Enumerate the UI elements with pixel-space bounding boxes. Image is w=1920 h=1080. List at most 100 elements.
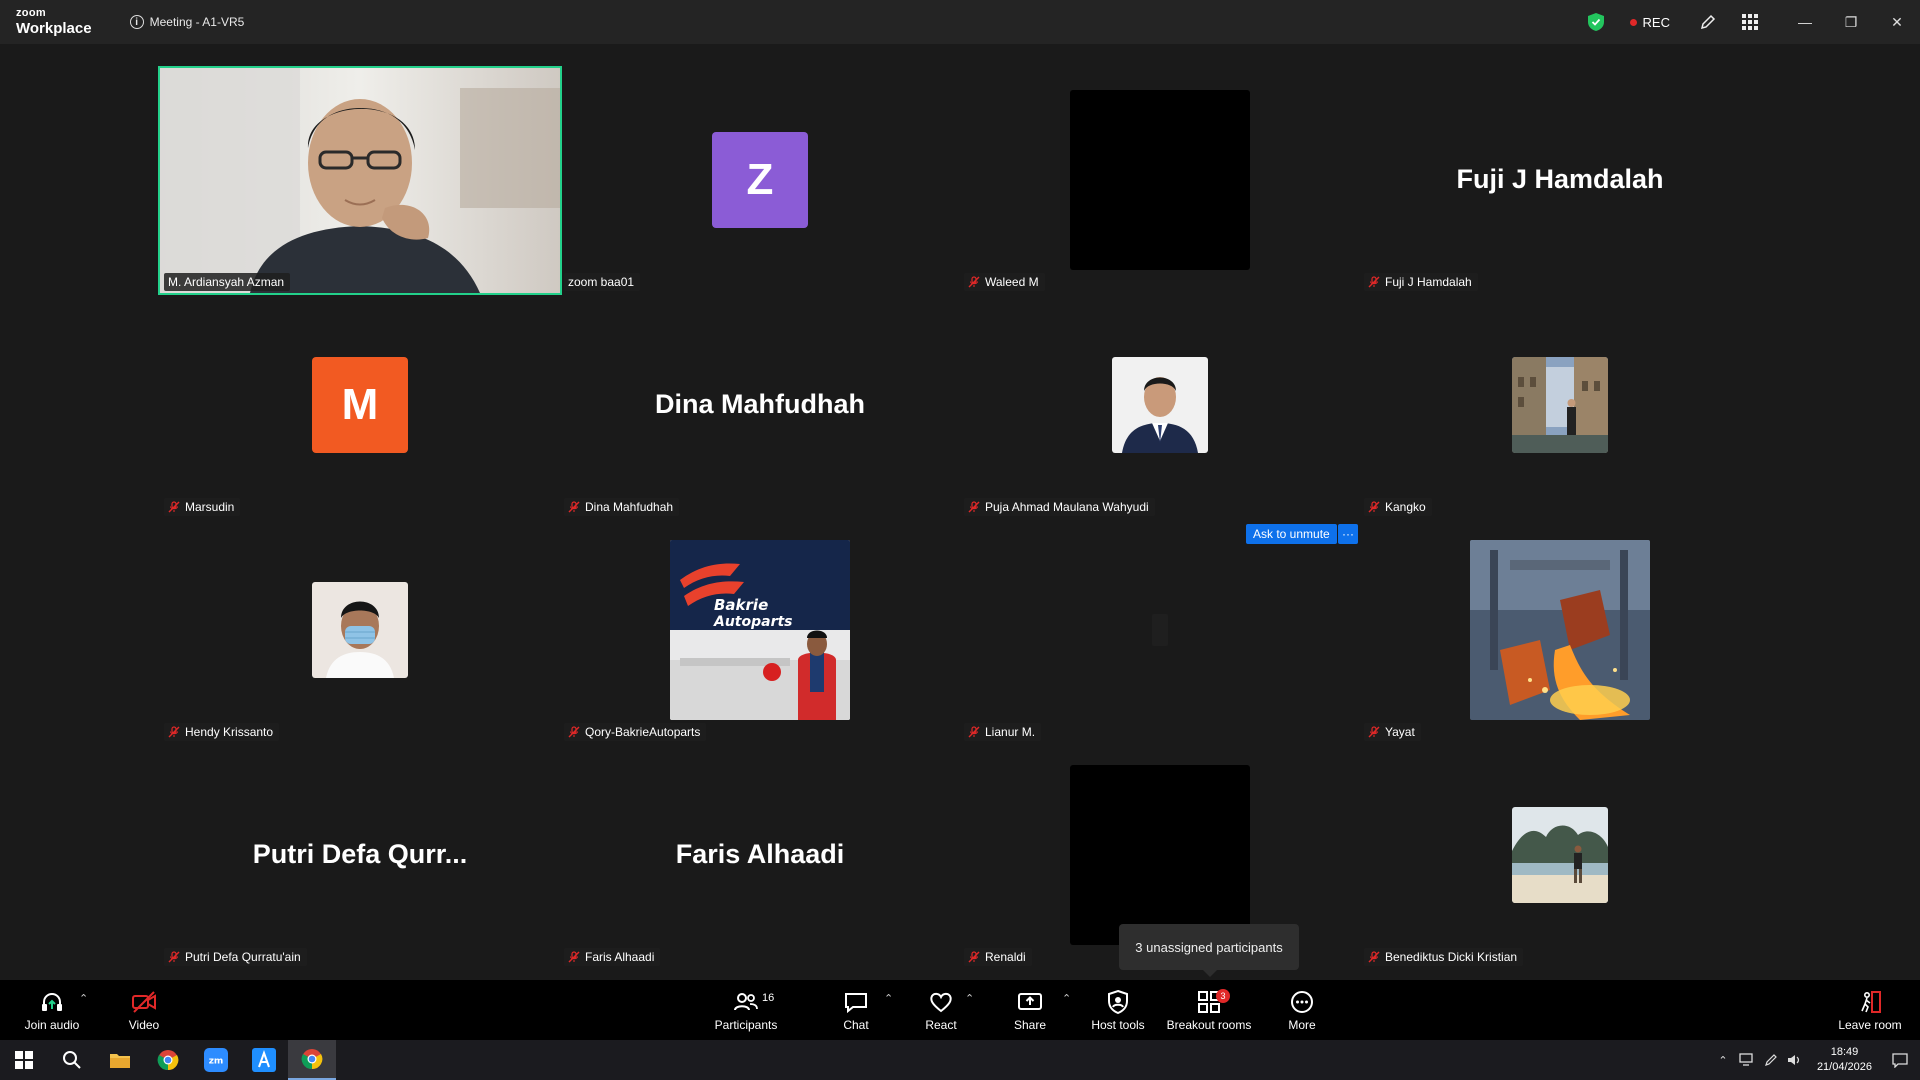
participant-tile[interactable]: Benediktus Dicki Kristian (1360, 743, 1760, 968)
participant-avatar: M (312, 357, 408, 453)
participant-tile[interactable]: Faris Alhaadi Faris Alhaadi (560, 743, 960, 968)
participant-tile[interactable]: M. Ardiansyah Azman (158, 66, 562, 295)
leave-room-label: Leave room (1838, 1017, 1902, 1032)
tile-more-options-button[interactable]: ··· (1338, 524, 1358, 544)
video-label: Video (128, 1017, 160, 1032)
participant-avatar: Bakrie Autoparts (670, 540, 850, 720)
leave-room-button[interactable]: Leave room (1836, 980, 1904, 1040)
participant-name-tag: Puja Ahmad Maulana Wahyudi (964, 498, 1155, 516)
chrome-active-icon[interactable] (288, 1040, 336, 1080)
chat-button[interactable]: Chat (838, 980, 874, 1040)
mic-muted-icon (168, 951, 185, 963)
svg-text:zm: zm (209, 1057, 224, 1067)
react-label: React (925, 1017, 957, 1032)
participant-tile[interactable]: Hendy Krissanto (160, 518, 560, 743)
share-button[interactable]: Share (1010, 980, 1050, 1040)
clock-date: 21/04/2026 (1816, 1061, 1872, 1073)
participant-tile[interactable]: M Marsudin (160, 293, 560, 518)
host-tools-button[interactable]: Host tools (1090, 980, 1146, 1040)
tray-expand-chevron-icon[interactable]: ⌃ (1711, 1040, 1735, 1080)
share-options-chevron-icon[interactable]: ⌃ (1062, 992, 1071, 1005)
participant-video-off (1070, 90, 1250, 270)
headphones-icon (42, 992, 62, 1011)
participant-tile[interactable]: Kangko (1360, 293, 1760, 518)
video-button[interactable]: Video (120, 980, 168, 1040)
audio-options-chevron-icon[interactable]: ⌃ (79, 992, 88, 1005)
participant-name-tag: M. Ardiansyah Azman (164, 273, 291, 291)
app-store-icon[interactable] (240, 1040, 288, 1080)
chat-bubble-icon (845, 992, 867, 1013)
breakout-rooms-button[interactable]: Breakout rooms (1166, 980, 1252, 1040)
volume-icon[interactable] (1783, 1040, 1807, 1080)
chrome-icon[interactable] (144, 1040, 192, 1080)
pen-icon[interactable] (1759, 1040, 1783, 1080)
join-audio-button[interactable]: Join audio (18, 980, 86, 1040)
participants-icon (734, 992, 758, 1010)
participant-avatar (312, 582, 408, 678)
participant-name: zoom baa01 (568, 275, 635, 289)
participant-name: Benediktus Dicki Kristian (1385, 950, 1518, 964)
recording-indicator[interactable]: REC (1629, 14, 1670, 30)
participant-name: Faris Alhaadi (585, 950, 655, 964)
zoom-app-icon[interactable]: zm (192, 1040, 240, 1080)
host-shield-icon (1108, 989, 1128, 1014)
participant-tile[interactable]: Bakrie Autoparts Qory-BakrieAutoparts (560, 518, 960, 743)
breakout-tooltip: 3 unassigned participants (1119, 924, 1299, 977)
notifications-icon[interactable] (1888, 1040, 1912, 1080)
participant-tile[interactable]: Putri Defa Qurr... Putri Defa Qurratu'ain (160, 743, 560, 968)
mic-muted-icon (968, 951, 985, 963)
participant-tile[interactable]: Zzoom baa01 (560, 68, 960, 293)
leave-door-icon (1861, 990, 1881, 1013)
participant-tile[interactable]: Yayat (1360, 518, 1760, 743)
participant-tile[interactable]: Fuji J Hamdalah Fuji J Hamdalah (1360, 68, 1760, 293)
ask-to-unmute-button[interactable]: Ask to unmute (1246, 524, 1337, 544)
participant-name-tag: Lianur M. (964, 723, 1042, 741)
share-screen-icon (1018, 992, 1042, 1010)
participant-name-tag: Waleed M (964, 273, 1045, 291)
taskbar-clock[interactable]: 18:49 21/04/2026 (1817, 1045, 1872, 1075)
participant-name-tag: Renaldi (964, 948, 1032, 966)
participant-tile[interactable]: Waleed M (960, 68, 1360, 293)
info-icon[interactable]: i (129, 15, 144, 29)
annotate-pencil-icon[interactable] (1698, 12, 1718, 32)
participant-avatar (1470, 540, 1650, 720)
participant-tile[interactable]: Dina Mahfudhah Dina Mahfudhah (560, 293, 960, 518)
recording-dot-icon (1629, 18, 1637, 26)
mic-muted-icon (568, 951, 585, 963)
file-explorer-icon[interactable] (96, 1040, 144, 1080)
participant-name-tag: Qory-BakrieAutoparts (564, 723, 707, 741)
apps-grid-icon[interactable] (1740, 12, 1760, 32)
participant-tile[interactable]: Puja Ahmad Maulana Wahyudi (960, 293, 1360, 518)
clock-time: 18:49 (1830, 1046, 1859, 1058)
windows-taskbar: zm ⌃ 18:49 21/04/2026 (0, 1040, 1920, 1080)
title-bar: zoom Workplace i Meeting - A1-VR5 REC — … (0, 0, 1920, 44)
participant-video (160, 68, 560, 293)
react-button[interactable]: React (922, 980, 960, 1040)
network-icon[interactable] (1735, 1040, 1759, 1080)
participants-button[interactable]: Participants (710, 980, 782, 1040)
more-label: More (1288, 1017, 1316, 1032)
participant-name: Dina Mahfudhah (585, 500, 674, 514)
mic-muted-icon (1368, 276, 1385, 288)
rec-label: REC (1642, 14, 1670, 30)
participant-name: Fuji J Hamdalah (1385, 275, 1472, 289)
participant-name-tag: Marsudin (164, 498, 241, 516)
search-icon[interactable] (48, 1040, 96, 1080)
restore-button[interactable]: ❐ (1828, 0, 1874, 44)
minimize-button[interactable]: — (1782, 0, 1828, 44)
windows-start-icon[interactable] (0, 1040, 48, 1080)
meeting-info[interactable]: i Meeting - A1-VR5 (129, 15, 244, 29)
participant-video-off (1070, 765, 1250, 945)
chat-options-chevron-icon[interactable]: ⌃ (884, 992, 893, 1005)
participant-name: Puja Ahmad Maulana Wahyudi (985, 500, 1149, 514)
close-window-button[interactable]: ✕ (1874, 0, 1920, 44)
participant-name: Hendy Krissanto (185, 725, 274, 739)
mic-muted-icon (968, 276, 985, 288)
react-options-chevron-icon[interactable]: ⌃ (965, 992, 974, 1005)
host-tools-label: Host tools (1091, 1017, 1145, 1032)
encryption-shield-icon[interactable] (1587, 13, 1604, 31)
participant-tile[interactable]: Lianur M. (960, 518, 1360, 743)
participant-name-tag: Dina Mahfudhah (564, 498, 680, 516)
brand-big: Workplace (16, 20, 92, 37)
more-button[interactable]: More (1284, 980, 1320, 1040)
